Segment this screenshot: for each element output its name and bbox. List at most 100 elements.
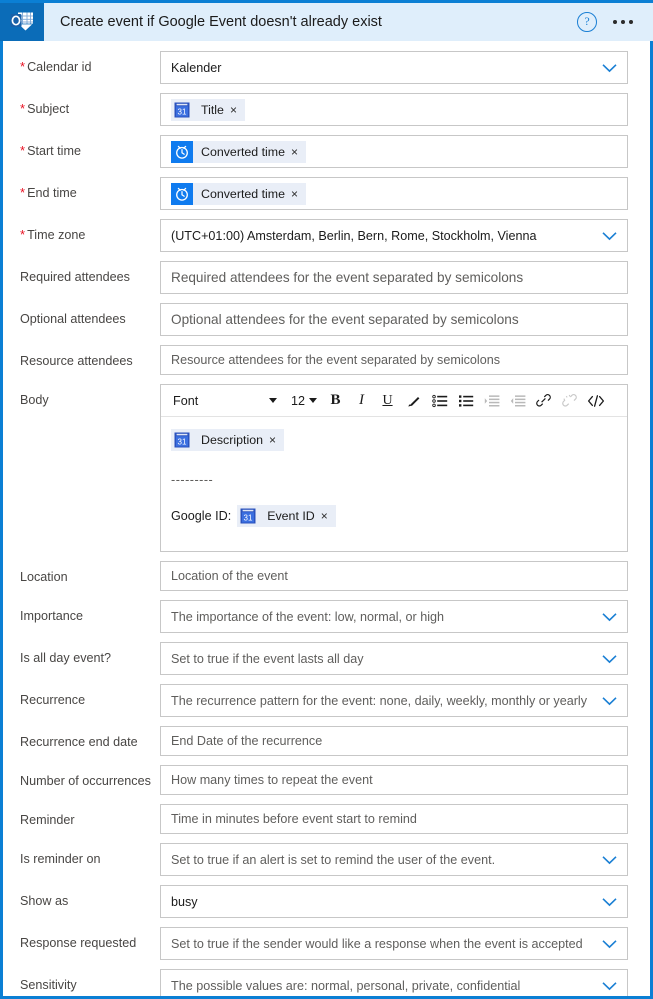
body-content[interactable]: 31 Description × --------- Google ID: 31… bbox=[161, 417, 627, 551]
field-label-required-attendees: Required attendees bbox=[20, 270, 130, 284]
token-remove-icon[interactable]: × bbox=[291, 188, 306, 200]
field-label-importance: Importance bbox=[20, 609, 83, 623]
field-row-recurrence: Recurrence The recurrence pattern for th… bbox=[3, 684, 650, 717]
card-header[interactable]: Create event if Google Event doesn't alr… bbox=[0, 0, 653, 41]
token-remove-icon[interactable]: × bbox=[269, 434, 284, 446]
field-label-resource-attendees: Resource attendees bbox=[20, 354, 133, 368]
field-row-is-all-day-event: Is all day event? Set to true if the eve… bbox=[3, 642, 650, 675]
clock-icon bbox=[171, 140, 193, 163]
field-label-calendar-id: * Calendar id bbox=[20, 59, 92, 74]
subject-input[interactable]: 31 Title × bbox=[160, 93, 628, 126]
font-size-select[interactable]: 12 bbox=[284, 389, 322, 412]
text-color-button[interactable] bbox=[401, 388, 426, 413]
field-label-start-time: * Start time bbox=[20, 143, 81, 158]
resource-attendees-placeholder: Resource attendees for the event separat… bbox=[171, 353, 501, 367]
calendar-id-value: Kalender bbox=[171, 60, 222, 75]
show-as-select[interactable]: busy bbox=[160, 885, 628, 918]
field-row-body: Body Font 12 B I U 31 Description × ----… bbox=[3, 384, 650, 552]
location-input[interactable]: Location of the event bbox=[160, 561, 628, 591]
body-rich-text-editor[interactable]: Font 12 B I U 31 Description × ---------… bbox=[160, 384, 628, 552]
optional-attendees-input[interactable]: Optional attendees for the event separat… bbox=[160, 303, 628, 336]
field-label-end-time: * End time bbox=[20, 185, 77, 200]
required-asterisk: * bbox=[20, 59, 26, 74]
field-label-location: Location bbox=[20, 570, 68, 584]
field-label-sensitivity: Sensitivity bbox=[20, 978, 77, 992]
field-label-show-as: Show as bbox=[20, 894, 69, 908]
google-calendar-icon: 31 bbox=[171, 429, 193, 451]
field-row-recurrence-end-date: Recurrence end date End Date of the recu… bbox=[3, 726, 650, 756]
sensitivity-select[interactable]: The possible values are: normal, persona… bbox=[160, 969, 628, 996]
chevron-down-icon[interactable] bbox=[602, 231, 617, 240]
italic-button[interactable]: I bbox=[349, 388, 374, 413]
field-row-required-attendees: Required attendees Required attendees fo… bbox=[3, 261, 650, 294]
field-label-number-of-occurrences: Number of occurrences bbox=[20, 774, 151, 788]
bulleted-list-button[interactable] bbox=[427, 388, 452, 413]
token-remove-icon[interactable]: × bbox=[321, 510, 336, 522]
outlook-calendar-icon bbox=[0, 3, 44, 41]
field-row-end-time: * End time Converted time × bbox=[3, 177, 650, 210]
google-calendar-icon: 31 bbox=[171, 99, 193, 121]
token-chip[interactable]: 31 Description × bbox=[171, 429, 284, 451]
reminder-input[interactable]: Time in minutes before event start to re… bbox=[160, 804, 628, 834]
underline-button[interactable]: U bbox=[375, 388, 400, 413]
time-zone-value: (UTC+01:00) Amsterdam, Berlin, Bern, Rom… bbox=[171, 228, 537, 243]
token-chip[interactable]: Converted time × bbox=[171, 182, 307, 205]
action-card: Create event if Google Event doesn't alr… bbox=[0, 0, 653, 999]
end-time-input[interactable]: Converted time × bbox=[160, 177, 628, 210]
token-chip[interactable]: 31 Title × bbox=[171, 98, 245, 121]
bold-button[interactable]: B bbox=[323, 388, 348, 413]
is-reminder-on-select[interactable]: Set to true if an alert is set to remind… bbox=[160, 843, 628, 876]
field-row-start-time: * Start time Converted time × bbox=[3, 135, 650, 168]
card-title: Create event if Google Event doesn't alr… bbox=[60, 14, 382, 30]
field-row-sensitivity: Sensitivity The possible values are: nor… bbox=[3, 969, 650, 996]
sensitivity-placeholder: The possible values are: normal, persona… bbox=[171, 978, 521, 993]
field-row-optional-attendees: Optional attendees Optional attendees fo… bbox=[3, 303, 650, 336]
help-circle-icon[interactable]: ? bbox=[577, 12, 597, 32]
outdent-button bbox=[505, 388, 530, 413]
remove-link-button bbox=[557, 388, 582, 413]
recurrence-select[interactable]: The recurrence pattern for the event: no… bbox=[160, 684, 628, 717]
calendar-id-select[interactable]: Kalender bbox=[160, 51, 628, 84]
is-all-day-event-select[interactable]: Set to true if the event lasts all day bbox=[160, 642, 628, 675]
code-view-button[interactable] bbox=[583, 388, 608, 413]
field-row-time-zone: * Time zone (UTC+01:00) Amsterdam, Berlin… bbox=[3, 219, 650, 252]
token-remove-icon[interactable]: × bbox=[230, 104, 245, 116]
chevron-down-icon[interactable] bbox=[602, 612, 617, 621]
time-zone-select[interactable]: (UTC+01:00) Amsterdam, Berlin, Bern, Rom… bbox=[160, 219, 628, 252]
chevron-down-icon[interactable] bbox=[602, 855, 617, 864]
indent-button bbox=[479, 388, 504, 413]
chevron-down-icon[interactable] bbox=[602, 696, 617, 705]
field-label-time-zone: * Time zone bbox=[20, 227, 86, 242]
chevron-down-icon[interactable] bbox=[602, 981, 617, 990]
chevron-down-icon[interactable] bbox=[602, 939, 617, 948]
chevron-down-icon bbox=[269, 398, 277, 403]
numbered-list-button[interactable] bbox=[453, 388, 478, 413]
start-time-input[interactable]: Converted time × bbox=[160, 135, 628, 168]
response-requested-select[interactable]: Set to true if the sender would like a r… bbox=[160, 927, 628, 960]
token-label: Converted time bbox=[201, 144, 286, 159]
importance-select[interactable]: The importance of the event: low, normal… bbox=[160, 600, 628, 633]
recurrence-end-date-input[interactable]: End Date of the recurrence bbox=[160, 726, 628, 756]
token-chip[interactable]: Converted time × bbox=[171, 140, 307, 163]
chevron-down-icon[interactable] bbox=[602, 654, 617, 663]
field-row-response-requested: Response requested Set to true if the se… bbox=[3, 927, 650, 960]
resource-attendees-input[interactable]: Resource attendees for the event separat… bbox=[160, 345, 628, 375]
required-attendees-placeholder: Required attendees for the event separat… bbox=[171, 270, 524, 285]
token-chip[interactable]: 31 Event ID × bbox=[237, 505, 336, 527]
number-of-occurrences-input[interactable]: How many times to repeat the event bbox=[160, 765, 628, 795]
optional-attendees-placeholder: Optional attendees for the event separat… bbox=[171, 312, 519, 327]
body-line-separator: --------- bbox=[171, 473, 214, 487]
font-select[interactable]: Font bbox=[165, 389, 283, 412]
ellipsis-menu-icon[interactable] bbox=[611, 16, 635, 28]
field-row-calendar-id: * Calendar id Kalender bbox=[3, 51, 650, 84]
insert-link-button[interactable] bbox=[531, 388, 556, 413]
show-as-value: busy bbox=[171, 894, 198, 909]
field-label-recurrence-end-date: Recurrence end date bbox=[20, 735, 138, 749]
required-attendees-input[interactable]: Required attendees for the event separat… bbox=[160, 261, 628, 294]
token-remove-icon[interactable]: × bbox=[291, 146, 306, 158]
field-label-reminder: Reminder bbox=[20, 813, 75, 827]
chevron-down-icon[interactable] bbox=[602, 63, 617, 72]
required-asterisk: * bbox=[20, 101, 26, 116]
chevron-down-icon[interactable] bbox=[602, 897, 617, 906]
field-row-subject: * Subject 31 Title × bbox=[3, 93, 650, 126]
